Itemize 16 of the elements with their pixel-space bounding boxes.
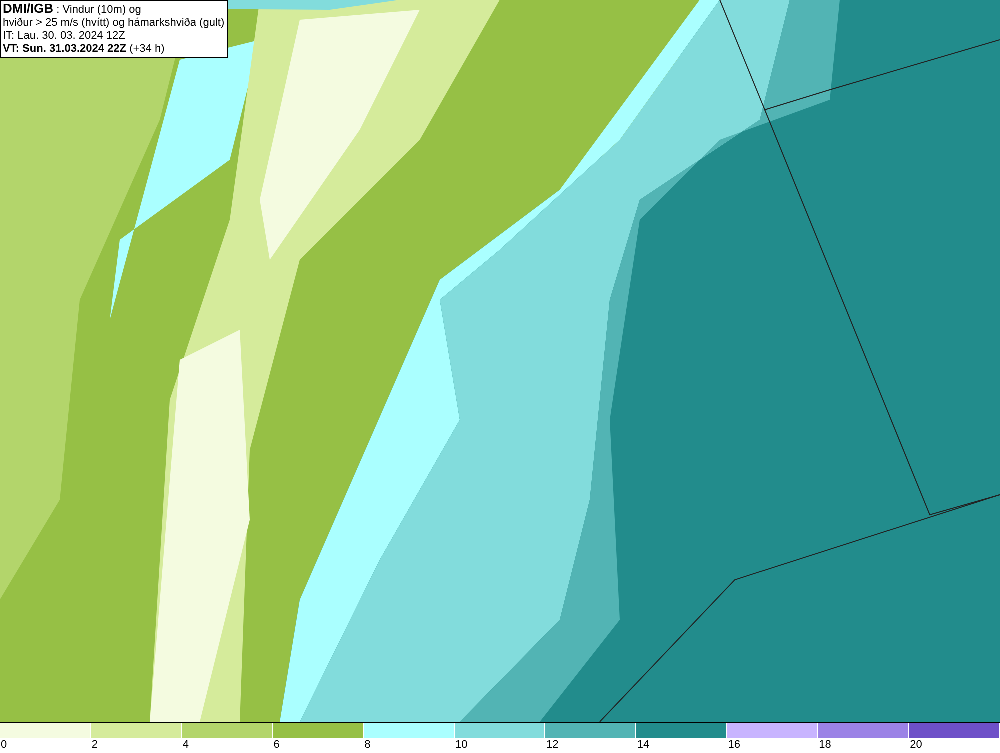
issue-time: IT: Lau. 30. 03. 2024 12Z [3,30,126,43]
legend-label: 16 [727,738,741,753]
legend-label: 0 [0,738,8,753]
chart-subtitle: hviður > 25 m/s (hvítt) og hámarkshviða (gult) [3,17,225,30]
legend-label: 20 [909,738,922,753]
valid-time: VT: Sun. 31.03.2024 22Z [3,43,127,55]
legend-label: 4 [182,738,189,753]
chart-title: DMI/IGB : Vindur (10m) og [3,2,142,17]
legend-label: 12 [545,738,559,753]
lead-time: (+34 h) [130,43,165,55]
legend-label: 18 [818,738,832,753]
legend-label: 8 [364,738,371,753]
legend-label: 10 [454,738,468,753]
legend-label: 2 [90,738,98,753]
legend-label: 14 [636,738,650,753]
legend-label: 6 [272,738,280,753]
